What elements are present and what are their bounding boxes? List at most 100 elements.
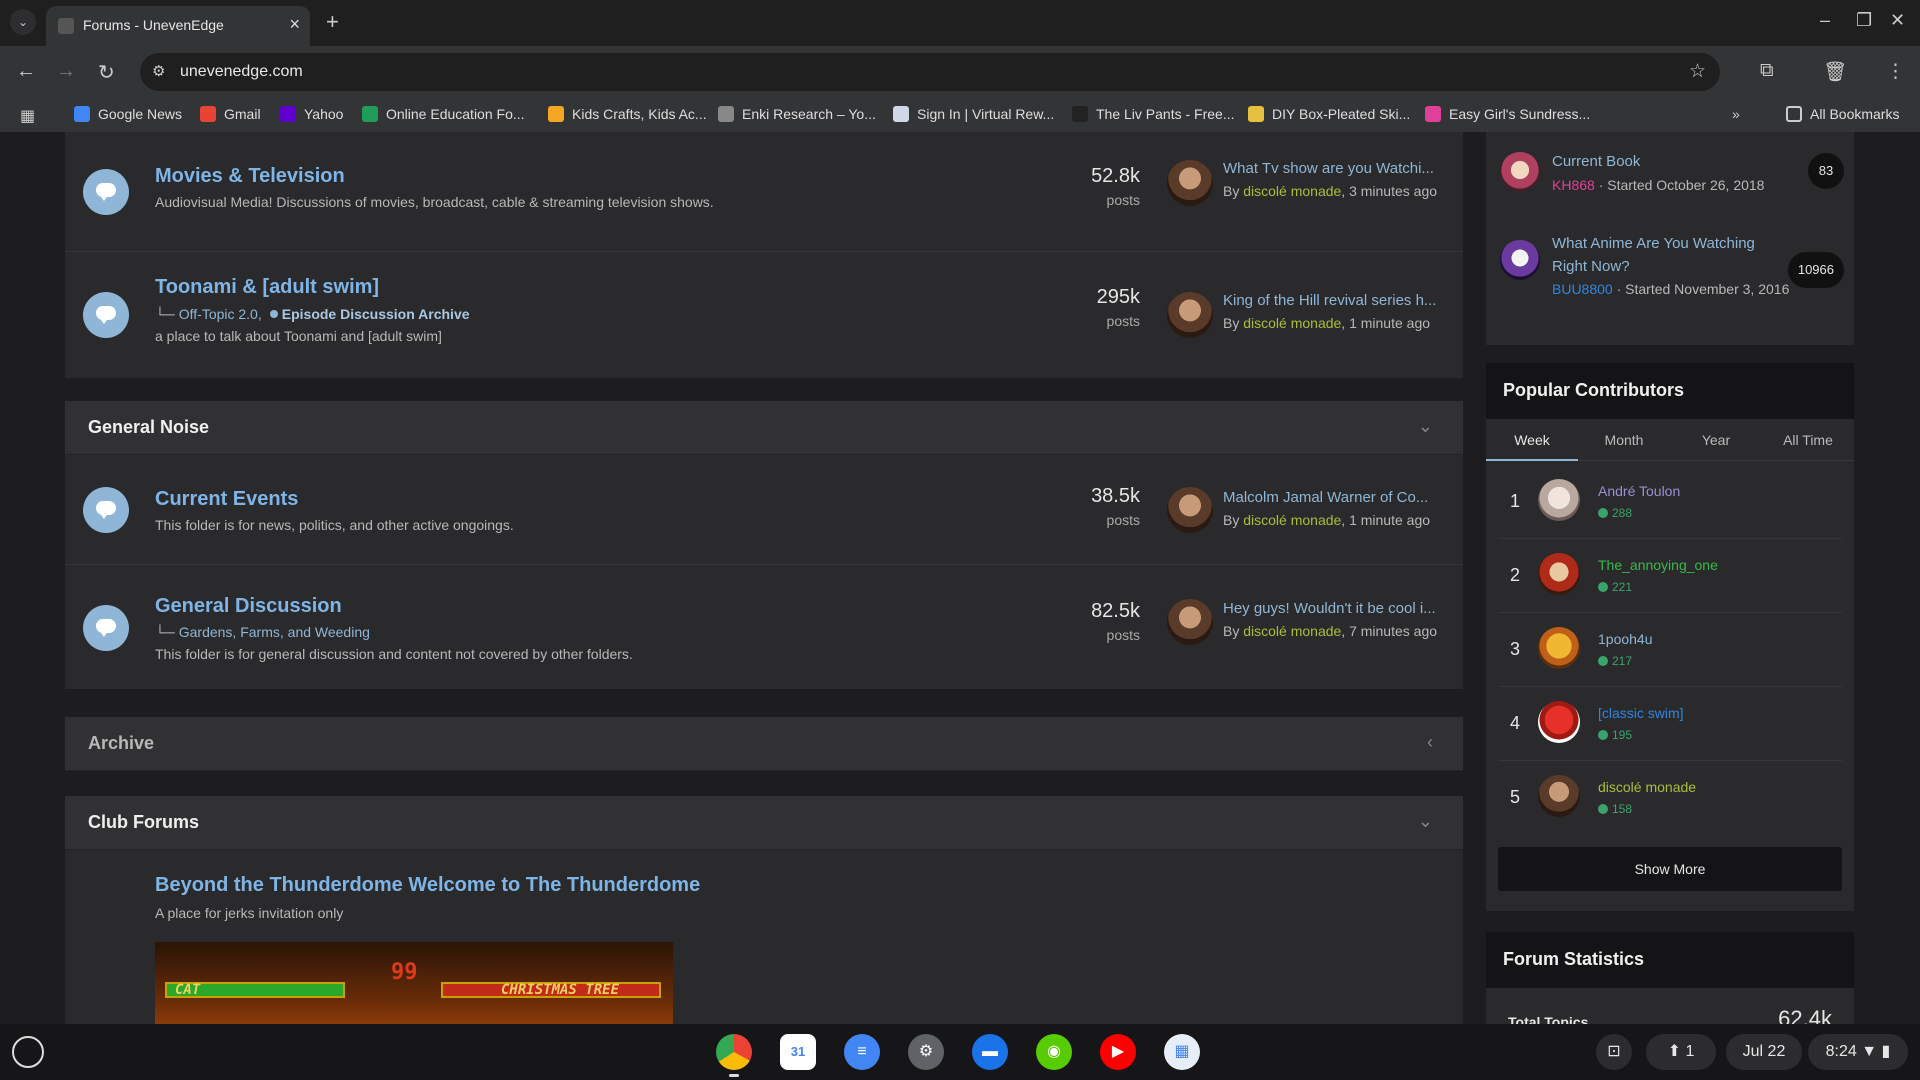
bookmark-item[interactable]: Enki Research – Yo...	[718, 106, 876, 122]
club-title-link[interactable]: Beyond the Thunderdome Welcome to The Th…	[155, 874, 700, 897]
contributor-avatar[interactable]	[1538, 701, 1580, 743]
contributor-avatar[interactable]	[1538, 479, 1580, 521]
youtube-icon[interactable]: ▶	[1100, 1034, 1136, 1070]
last-poster-avatar[interactable]	[1167, 487, 1213, 533]
topic-author-link[interactable]: BUU8800	[1552, 281, 1613, 297]
topic-author-avatar[interactable]	[1500, 240, 1540, 280]
contributor-avatar[interactable]	[1538, 775, 1580, 817]
forum-title-link[interactable]: Toonami & [adult swim]	[155, 276, 379, 299]
bookmark-item[interactable]: Easy Girl's Sundress...	[1425, 106, 1590, 122]
last-poster-avatar[interactable]	[1167, 160, 1213, 206]
restore-icon[interactable]: ❐	[1856, 10, 1872, 31]
forum-title-link[interactable]: General Discussion	[155, 595, 342, 618]
clock: 8:24	[1825, 1043, 1857, 1060]
subforum-link-offtopic[interactable]: Off-Topic 2.0,	[179, 306, 262, 322]
category-header-general-noise[interactable]: General Noise ⌄	[65, 401, 1463, 455]
all-bookmarks-link[interactable]: All Bookmarks	[1786, 106, 1899, 122]
last-poster-name-link[interactable]: discolé monade	[1243, 315, 1341, 331]
last-post-title-link[interactable]: What Tv show are you Watchi...	[1223, 160, 1434, 177]
address-bar[interactable]: ⚙ unevenedge.com ☆	[140, 53, 1720, 91]
chevron-left-icon[interactable]: ‹	[1427, 732, 1433, 753]
chrome-icon[interactable]	[716, 1034, 752, 1070]
active-tab[interactable]: Forums - UnevenEdge ×	[46, 6, 310, 46]
close-tab-icon[interactable]: ×	[289, 14, 300, 35]
forum-title-link[interactable]: Movies & Television	[155, 165, 345, 188]
trash-icon[interactable]: 🗑	[1823, 60, 1847, 84]
forward-arrow-icon[interactable]: →	[56, 60, 76, 83]
forum-chat-bubble-icon	[83, 605, 129, 651]
contributor-row: 2 The_annoying_one 221	[1498, 539, 1842, 613]
back-arrow-icon[interactable]: ←	[16, 60, 36, 83]
tab-search-chevron-icon[interactable]: ⌄	[10, 9, 36, 35]
last-poster-name-link[interactable]: discolé monade	[1243, 183, 1341, 199]
contributor-score: 221	[1598, 580, 1632, 594]
files-folder-icon[interactable]: ▬	[972, 1034, 1008, 1070]
last-post-title-link[interactable]: Malcolm Jamal Warner of Co...	[1223, 489, 1428, 506]
more-bookmarks-chevron-icon[interactable]: »	[1732, 106, 1740, 122]
bookmark-favicon-icon	[718, 106, 734, 122]
tab-month[interactable]: Month	[1578, 432, 1670, 448]
last-post-byline: By discolé monade, 3 minutes ago	[1223, 183, 1438, 199]
contributor-name-link[interactable]: discolé monade	[1598, 779, 1696, 795]
contributor-name-link[interactable]: The_annoying_one	[1598, 557, 1718, 573]
bookmark-item[interactable]: DIY Box-Pleated Ski...	[1248, 106, 1410, 122]
contributor-avatar[interactable]	[1538, 627, 1580, 669]
apps-grid-icon[interactable]: ▦	[20, 106, 35, 126]
bookmark-item[interactable]: The Liv Pants - Free...	[1072, 106, 1235, 122]
new-tab-plus-icon[interactable]: +	[326, 9, 339, 35]
forum-title-link[interactable]: Current Events	[155, 488, 298, 511]
topic-title-link[interactable]: What Anime Are You Watching Right Now?	[1552, 232, 1782, 278]
minimize-icon[interactable]: –	[1820, 10, 1830, 31]
bookmarks-bar: ▦ Google News Gmail Yahoo Online Education …	[0, 98, 1920, 132]
contributor-name-link[interactable]: 1pooh4u	[1598, 631, 1653, 647]
last-poster-avatar[interactable]	[1167, 599, 1213, 645]
club-banner-image[interactable]: CAT CHRISTMAS TREE 99	[155, 942, 673, 1024]
topic-title-link[interactable]: Current Book	[1552, 150, 1782, 173]
bookmark-item[interactable]: Google News	[74, 106, 182, 122]
notification-tray[interactable]: ⬆ 1	[1646, 1034, 1716, 1070]
chevron-down-icon[interactable]: ⌄	[1418, 416, 1433, 437]
last-poster-avatar[interactable]	[1167, 292, 1213, 338]
tab-all-time[interactable]: All Time	[1762, 432, 1854, 448]
url-text[interactable]: unevenedge.com	[180, 63, 303, 81]
topic-author-link[interactable]: KH868	[1552, 177, 1595, 193]
status-area[interactable]: 8:24 ▼ ▮	[1808, 1034, 1908, 1070]
subforum-links: └─ Off-Topic 2.0, Episode Discussion Arch…	[155, 306, 470, 322]
launcher-icon[interactable]	[12, 1036, 44, 1068]
calendar-icon[interactable]: 31	[780, 1034, 816, 1070]
more-menu-icon[interactable]: ⋮	[1886, 60, 1905, 83]
bookmark-item[interactable]: Online Education Fo...	[362, 106, 525, 122]
close-window-icon[interactable]: ✕	[1890, 10, 1905, 31]
reload-icon[interactable]: ↻	[98, 60, 115, 85]
bookmark-item[interactable]: Kids Crafts, Kids Ac...	[548, 106, 707, 122]
docs-icon[interactable]: ≡	[844, 1034, 880, 1070]
show-more-button[interactable]: Show More	[1498, 847, 1842, 891]
bookmark-star-icon[interactable]: ☆	[1689, 60, 1706, 83]
last-post-title-link[interactable]: Hey guys! Wouldn't it be cool i...	[1223, 600, 1436, 617]
extensions-puzzle-icon[interactable]: ⧉	[1760, 60, 1774, 82]
last-post-title-link[interactable]: King of the Hill revival series h...	[1223, 292, 1436, 309]
bookmark-item[interactable]: Gmail	[200, 106, 261, 122]
duolingo-icon[interactable]: ◉	[1036, 1034, 1072, 1070]
contributor-name-link[interactable]: [classic swim]	[1598, 705, 1684, 721]
contributor-name-link[interactable]: André Toulon	[1598, 483, 1680, 499]
topic-author-avatar[interactable]	[1500, 152, 1540, 192]
last-poster-name-link[interactable]: discolé monade	[1243, 512, 1341, 528]
category-header-club-forums[interactable]: Club Forums ⌄	[65, 796, 1463, 850]
settings-gear-icon[interactable]: ⚙	[908, 1034, 944, 1070]
subforum-link-episode-archive[interactable]: Episode Discussion Archive	[282, 306, 470, 322]
bookmark-item[interactable]: Sign In | Virtual Rew...	[893, 106, 1054, 122]
category-header-archive[interactable]: Archive ‹	[65, 717, 1463, 771]
screen-capture-icon[interactable]: ⊡	[1596, 1034, 1632, 1070]
tab-year[interactable]: Year	[1670, 432, 1762, 448]
site-info-icon[interactable]: ⚙	[152, 62, 165, 80]
contributor-avatar[interactable]	[1538, 553, 1580, 595]
subforum-link-gardens[interactable]: Gardens, Farms, and Weeding	[179, 624, 370, 640]
forum-statistics-widget: Forum Statistics Total Topics 62.4k	[1486, 932, 1854, 1024]
tab-week[interactable]: Week	[1486, 432, 1578, 448]
chevron-down-icon[interactable]: ⌄	[1418, 811, 1433, 832]
gallery-icon[interactable]: ▦	[1164, 1034, 1200, 1070]
bookmark-item[interactable]: Yahoo	[280, 106, 343, 122]
date-button[interactable]: Jul 22	[1726, 1034, 1802, 1070]
last-poster-name-link[interactable]: discolé monade	[1243, 623, 1341, 639]
